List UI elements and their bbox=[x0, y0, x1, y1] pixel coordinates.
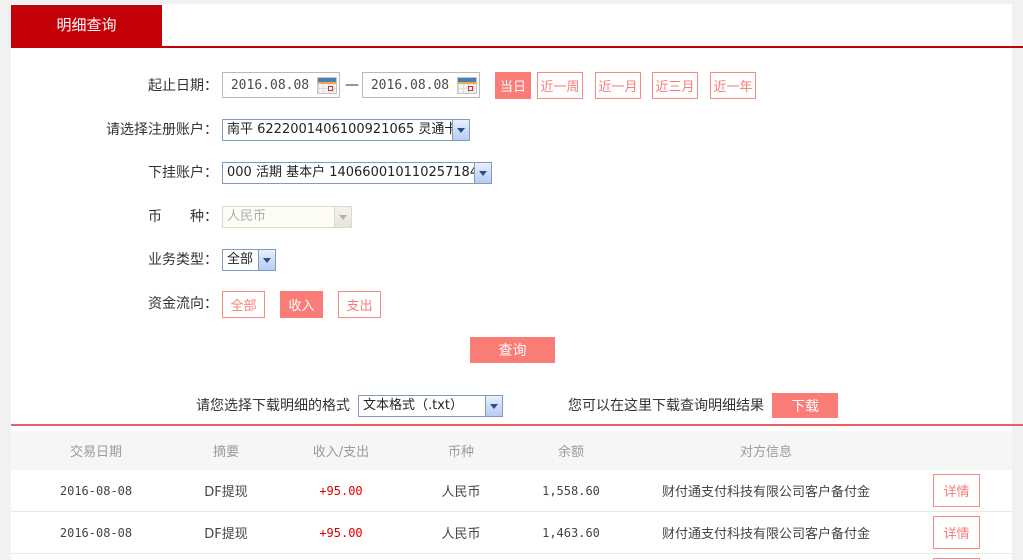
table-row: 2016-08-08 DF提现 +95.00 人民币 1,558.60 财付通支… bbox=[11, 470, 1012, 512]
date-range-label: 起止日期： bbox=[148, 78, 218, 94]
currency-select-disabled: 人民币 bbox=[222, 206, 352, 228]
quick-month-button[interactable]: 近一月 bbox=[595, 72, 641, 99]
header-summary: 摘要 bbox=[212, 445, 239, 460]
date-separator: — bbox=[345, 77, 359, 93]
detail-button[interactable]: 详情 bbox=[933, 474, 980, 507]
quick-year-button[interactable]: 近一年 bbox=[710, 72, 756, 99]
flow-income-button-selected[interactable]: 收入 bbox=[280, 291, 323, 318]
download-format-label: 请您选择下载明细的格式 bbox=[196, 398, 350, 414]
date-to-value: 2016.08.08 bbox=[370, 77, 450, 93]
chevron-down-icon[interactable] bbox=[258, 250, 275, 270]
header-counterparty: 对方信息 bbox=[739, 445, 792, 460]
cell-trade-date: 2016-08-08 bbox=[59, 525, 133, 540]
cell-counterparty: 财付通支付科技有限公司客户备付金 bbox=[661, 527, 870, 542]
cell-counterparty: 财付通支付科技有限公司客户备付金 bbox=[661, 485, 870, 500]
date-to-input[interactable]: 2016.08.08 bbox=[362, 72, 480, 98]
chevron-down-icon bbox=[334, 207, 351, 227]
currency-value: 人民币 bbox=[227, 209, 267, 224]
cell-balance: 1,558.60 bbox=[542, 483, 600, 498]
business-type-label: 业务类型： bbox=[148, 252, 218, 268]
header-income-expense: 收入/支出 bbox=[312, 445, 370, 460]
header-balance: 余额 bbox=[557, 445, 584, 460]
chevron-down-icon[interactable] bbox=[452, 120, 469, 140]
register-account-value: 南平 6222001406100921065 灵通卡 bbox=[227, 122, 452, 137]
cell-summary: DF提现 bbox=[204, 485, 248, 500]
business-type-value: 全部 bbox=[227, 252, 254, 267]
quick-week-button[interactable]: 近一周 bbox=[537, 72, 583, 99]
cell-amount: +95.00 bbox=[319, 483, 363, 498]
tab-detail-query[interactable]: 明细查询 bbox=[11, 5, 162, 46]
date-from-value: 2016.08.08 bbox=[230, 77, 310, 93]
table-header-row: 交易日期 摘要 收入/支出 币种 余额 对方信息 bbox=[11, 431, 1012, 470]
cell-currency: 人民币 bbox=[441, 527, 481, 542]
cell-summary: DF提现 bbox=[204, 527, 248, 542]
flow-all-button[interactable]: 全部 bbox=[222, 291, 265, 318]
flow-expense-button[interactable]: 支出 bbox=[338, 291, 381, 318]
download-button[interactable]: 下载 bbox=[772, 393, 838, 418]
quick-three-months-button[interactable]: 近三月 bbox=[652, 72, 698, 99]
tab-underline bbox=[11, 46, 1023, 48]
main-panel: 明细查询 起止日期： 2016.08.08 — 2016.08.08 当日 近一… bbox=[11, 4, 1012, 560]
cell-amount: +95.00 bbox=[319, 525, 363, 540]
calendar-icon[interactable] bbox=[317, 76, 337, 94]
chevron-down-icon[interactable] bbox=[474, 163, 491, 183]
table-row-partial: 详情 bbox=[11, 554, 1012, 560]
cell-currency: 人民币 bbox=[441, 485, 481, 500]
fund-flow-label: 资金流向： bbox=[148, 296, 218, 312]
business-type-select[interactable]: 全部 bbox=[222, 249, 276, 271]
section-divider bbox=[11, 424, 1023, 426]
results-table: 交易日期 摘要 收入/支出 币种 余额 对方信息 2016-08-08 DF提现… bbox=[11, 431, 1012, 560]
download-format-value: 文本格式（.txt） bbox=[363, 398, 464, 413]
register-account-select[interactable]: 南平 6222001406100921065 灵通卡 bbox=[222, 119, 470, 141]
date-from-input[interactable]: 2016.08.08 bbox=[222, 72, 340, 98]
calendar-icon[interactable] bbox=[457, 76, 477, 94]
table-row: 2016-08-08 DF提现 +95.00 人民币 1,463.60 财付通支… bbox=[11, 512, 1012, 554]
sub-account-label: 下挂账户： bbox=[148, 165, 218, 181]
header-trade-date: 交易日期 bbox=[69, 445, 122, 460]
detail-button[interactable]: 详情 bbox=[933, 516, 980, 549]
currency-label: 币 种： bbox=[148, 209, 218, 225]
cell-balance: 1,463.60 bbox=[542, 525, 600, 540]
download-format-select[interactable]: 文本格式（.txt） bbox=[358, 395, 503, 417]
sub-account-select[interactable]: 000 活期 基本户 1406600101102571848 bbox=[222, 162, 492, 184]
sub-account-value: 000 活期 基本户 1406600101102571848 bbox=[227, 165, 474, 180]
register-account-label: 请选择注册账户： bbox=[106, 122, 218, 138]
quick-today-button[interactable]: 当日 bbox=[495, 72, 531, 99]
download-hint: 您可以在这里下载查询明细结果 bbox=[568, 398, 764, 414]
header-currency: 币种 bbox=[447, 445, 474, 460]
chevron-down-icon[interactable] bbox=[485, 396, 502, 416]
query-button[interactable]: 查询 bbox=[470, 337, 555, 363]
cell-trade-date: 2016-08-08 bbox=[59, 483, 133, 498]
